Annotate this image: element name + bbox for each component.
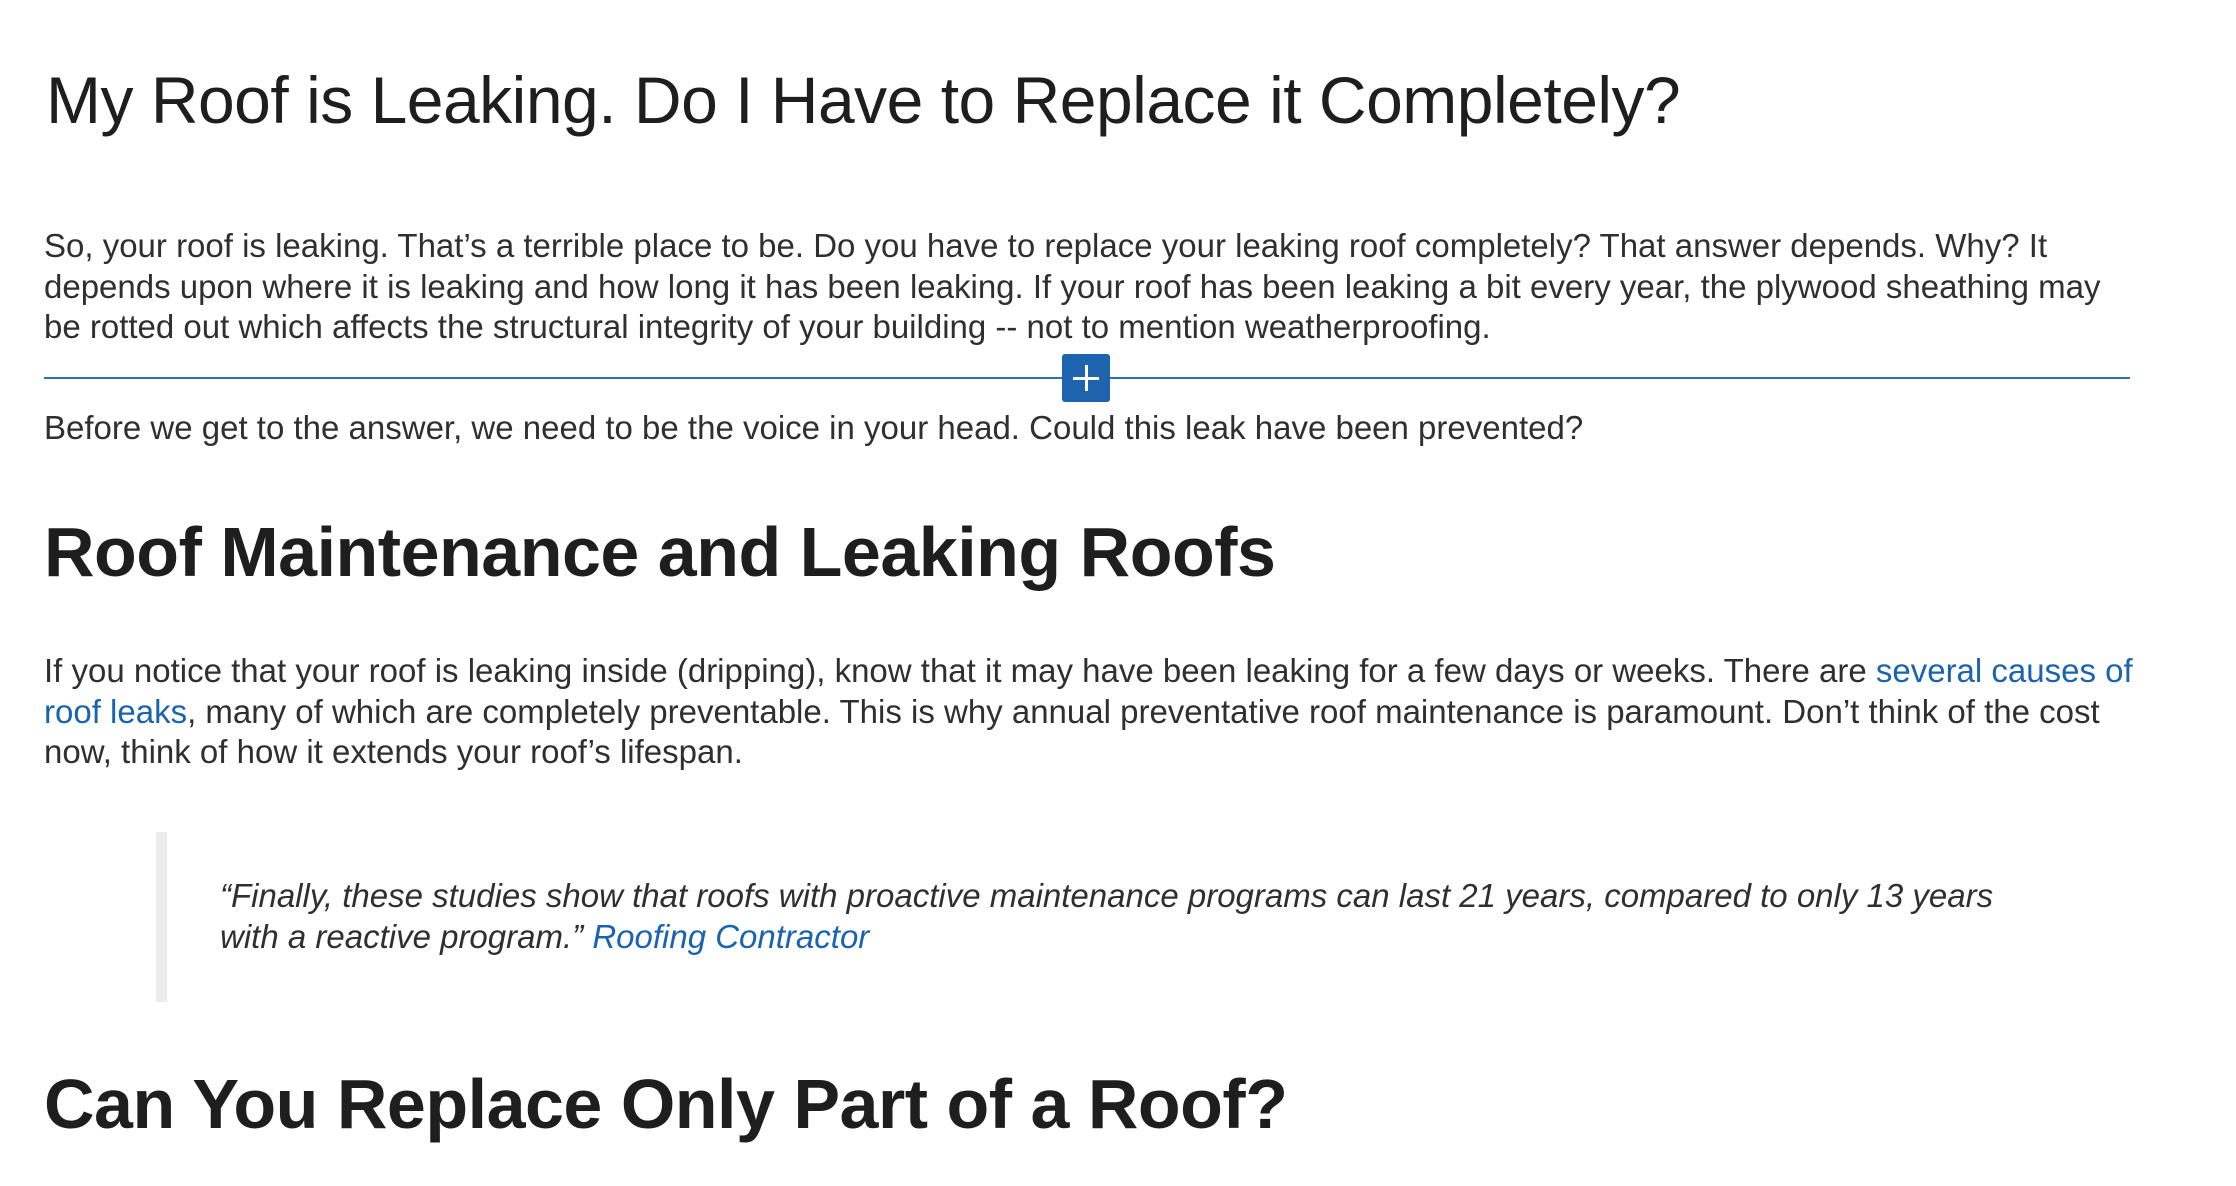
paragraph-text-before-link: If you notice that your roof is leaking …	[44, 652, 1876, 689]
paragraph-block-intro[interactable]: So, your roof is leaking. That’s a terri…	[44, 226, 2144, 348]
paragraph-block-voice[interactable]: Before we get to the answer, we need to …	[44, 408, 2144, 449]
paragraph-block-maintenance[interactable]: If you notice that your roof is leaking …	[44, 651, 2144, 773]
quote-body: “Finally, these studies show that roofs …	[220, 877, 1994, 955]
heading-block-replace-part[interactable]: Can You Replace Only Part of a Roof?	[44, 1064, 1288, 1144]
add-block-button[interactable]	[1062, 354, 1110, 402]
quote-text[interactable]: “Finally, these studies show that roofs …	[220, 876, 2000, 957]
quote-block[interactable]: “Finally, these studies show that roofs …	[156, 832, 2067, 1002]
roofing-contractor-link[interactable]: Roofing Contractor	[592, 918, 869, 955]
paragraph-text-after-link: , many of which are completely preventab…	[44, 692, 2100, 771]
post-title[interactable]: My Roof is Leaking. Do I Have to Replace…	[46, 62, 1681, 138]
plus-icon	[1073, 365, 1099, 391]
heading-block-maintenance[interactable]: Roof Maintenance and Leaking Roofs	[44, 512, 1276, 592]
